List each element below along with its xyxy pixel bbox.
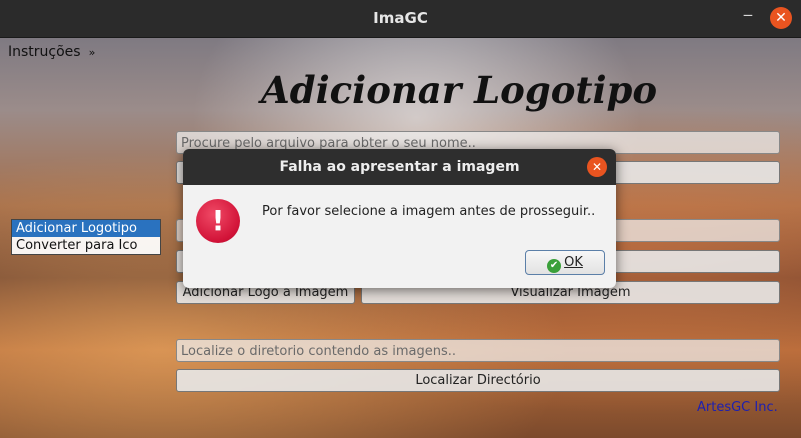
error-dialog: Falha ao apresentar a imagem ✕ ! Por fav… bbox=[183, 149, 616, 288]
list-item-add-logo[interactable]: Adicionar Logotipo bbox=[12, 220, 160, 237]
list-item-convert-ico[interactable]: Converter para Ico bbox=[12, 237, 160, 254]
error-icon: ! bbox=[196, 199, 240, 243]
dialog-message: Por favor selecione a imagem antes de pr… bbox=[262, 204, 596, 219]
directory-input[interactable]: Localize o diretorio contendo as imagens… bbox=[176, 339, 780, 362]
locate-directory-button[interactable]: Localizar Directório bbox=[176, 369, 780, 392]
credit-text: ArtesGC Inc. bbox=[697, 400, 778, 415]
ok-button-label: OK bbox=[564, 255, 583, 270]
mode-list[interactable]: Adicionar Logotipo Converter para Ico bbox=[11, 219, 161, 255]
chevron-right-icon: » bbox=[88, 46, 96, 59]
close-icon[interactable]: ✕ bbox=[770, 7, 792, 29]
dialog-title: Falha ao apresentar a imagem bbox=[279, 159, 520, 175]
dialog-titlebar: Falha ao apresentar a imagem ✕ bbox=[183, 149, 616, 185]
menu-instructions[interactable]: Instruções » bbox=[8, 44, 95, 60]
minimize-icon[interactable]: ‒ bbox=[740, 7, 756, 25]
check-icon: ✔ bbox=[547, 259, 562, 273]
dialog-close-icon[interactable]: ✕ bbox=[587, 157, 607, 177]
menu-instructions-label: Instruções bbox=[8, 44, 81, 60]
ok-button[interactable]: ✔ OK bbox=[525, 250, 605, 275]
page-title: Adicionar Logotipo bbox=[261, 68, 658, 112]
window-titlebar: ImaGC ‒ ✕ bbox=[0, 0, 801, 38]
window-title: ImaGC bbox=[373, 9, 428, 27]
app-window: ImaGC ‒ ✕ Instruções » Adicionar Logotipo… bbox=[0, 0, 801, 438]
